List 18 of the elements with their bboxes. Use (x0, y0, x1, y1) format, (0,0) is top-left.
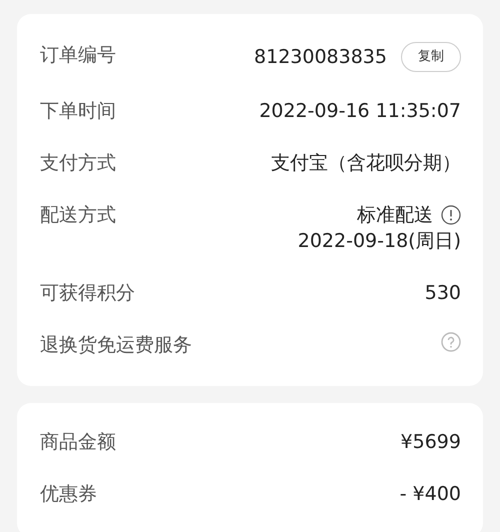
row-label: 下单时间 (40, 99, 116, 124)
row-label: 订单编号 (40, 43, 116, 68)
row-label: 配送方式 (40, 203, 116, 228)
row-label: 支付方式 (40, 151, 116, 176)
row-label: 商品金额 (40, 430, 116, 455)
row-value: 标准配送 (357, 203, 433, 228)
row-value: 支付宝（含花呗分期） (271, 151, 461, 176)
delivery-date: 2022-09-18(周日) (298, 229, 461, 254)
row-value: ¥5699 (400, 430, 461, 455)
row-value: 2022-09-16 11:35:07 (259, 99, 461, 124)
row-value: 81230083835 (254, 45, 387, 70)
row-label: 优惠券 (40, 482, 97, 507)
row-label: 退换货免运费服务 (40, 333, 192, 358)
row-value: 530 (424, 281, 461, 306)
info-icon[interactable] (441, 205, 461, 225)
row-label: 可获得积分 (40, 281, 135, 306)
copy-button[interactable]: 复制 (401, 42, 461, 72)
row-value: - ¥400 (400, 482, 461, 507)
